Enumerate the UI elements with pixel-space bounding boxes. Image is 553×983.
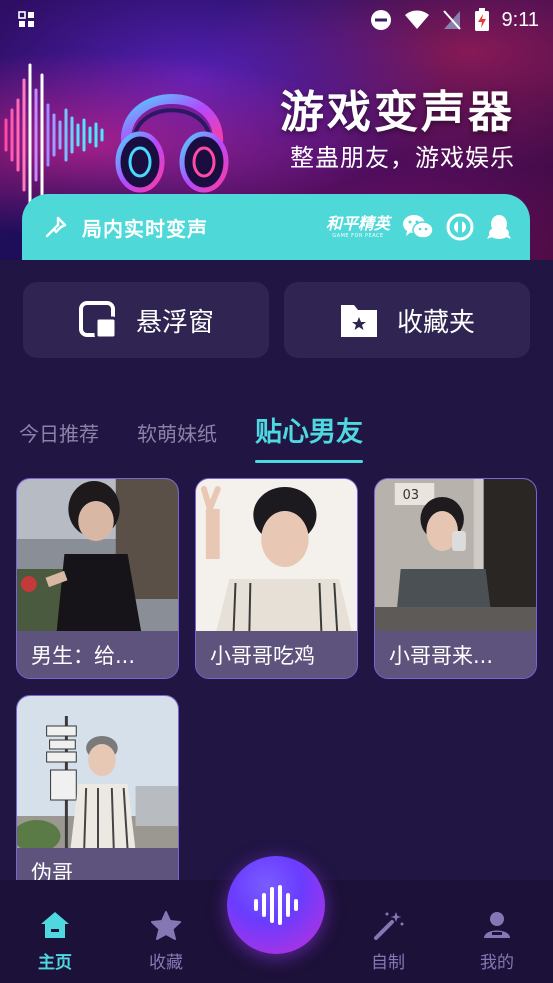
home-icon bbox=[41, 912, 69, 938]
tab-today-recommend[interactable]: 今日推荐 bbox=[19, 418, 99, 447]
favorites-label: 收藏夹 bbox=[396, 307, 475, 338]
folder-star-icon bbox=[340, 305, 377, 337]
user-icon bbox=[484, 912, 510, 938]
qq-icon[interactable] bbox=[486, 213, 512, 241]
card-photo: 03 bbox=[375, 479, 536, 633]
nav-favorites[interactable]: 收藏 bbox=[126, 910, 206, 973]
headphones-graphic bbox=[115, 94, 229, 193]
game-logo-name: 和平精英 bbox=[325, 213, 390, 233]
card-title: 小哥哥吃鸡 bbox=[196, 631, 357, 678]
voice-card[interactable]: 小哥哥吃鸡 bbox=[195, 478, 358, 679]
magic-wand-icon bbox=[374, 912, 404, 940]
banner-title: 游戏变声器 bbox=[280, 87, 515, 138]
float-window-label: 悬浮窗 bbox=[135, 307, 214, 338]
float-window-button[interactable]: 悬浮窗 bbox=[23, 282, 269, 358]
clock: 9:11 bbox=[501, 8, 539, 31]
no-signal-icon bbox=[442, 10, 461, 30]
favorites-folder-button[interactable]: 收藏夹 bbox=[284, 282, 530, 358]
nav-profile[interactable]: 我的 bbox=[457, 910, 537, 973]
voice-record-button[interactable] bbox=[227, 856, 325, 954]
nav-home[interactable]: 主页 bbox=[15, 910, 95, 973]
do-not-disturb-icon bbox=[370, 10, 391, 30]
nav-custom[interactable]: 自制 bbox=[348, 910, 428, 973]
game-logo-en: GAME FOR PEACE bbox=[332, 232, 384, 239]
game-for-peace-logo[interactable]: 和平精英 GAME FOR PEACE bbox=[325, 213, 390, 239]
svg-text:03: 03 bbox=[403, 488, 419, 503]
sound-wave-icon bbox=[254, 885, 298, 925]
wechat-icon[interactable] bbox=[402, 213, 434, 241]
main-panel: 悬浮窗 收藏夹 今日推荐 软萌妹纸 贴心男友 男生：给... 小哥哥吃鸡 03 … bbox=[0, 260, 553, 896]
sound-wave-graphic bbox=[4, 63, 104, 207]
realtime-voice-changer-bar[interactable]: 局内实时变声 和平精英 GAME FOR PEACE bbox=[22, 194, 530, 260]
category-tabs: 今日推荐 软萌妹纸 贴心男友 bbox=[19, 410, 401, 463]
card-photo bbox=[17, 696, 178, 850]
voice-card[interactable]: 伪哥 bbox=[16, 695, 179, 896]
card-title: 男生：给... bbox=[17, 631, 178, 678]
banner-subtitle: 整蛊朋友，游戏娱乐 bbox=[290, 144, 515, 172]
pin-icon bbox=[45, 216, 67, 238]
game-platform-icon[interactable] bbox=[446, 213, 474, 241]
wifi-icon bbox=[404, 10, 429, 29]
tab-caring-boyfriend[interactable]: 贴心男友 bbox=[255, 410, 363, 463]
realtime-label: 局内实时变声 bbox=[82, 216, 208, 241]
app-grid-icon bbox=[18, 11, 34, 27]
voice-card[interactable]: 男生：给... bbox=[16, 478, 179, 679]
active-tab-indicator bbox=[255, 460, 363, 463]
status-bar: 9:11 bbox=[0, 0, 553, 40]
tab-cute-girls[interactable]: 软萌妹纸 bbox=[137, 418, 217, 447]
battery-charging-icon bbox=[474, 8, 489, 31]
float-window-icon bbox=[78, 301, 118, 340]
star-icon bbox=[151, 911, 181, 940]
voice-card[interactable]: 03 小哥哥来... bbox=[374, 478, 537, 679]
card-title: 小哥哥来... bbox=[375, 631, 536, 678]
card-photo bbox=[17, 479, 178, 633]
card-photo bbox=[196, 479, 357, 633]
